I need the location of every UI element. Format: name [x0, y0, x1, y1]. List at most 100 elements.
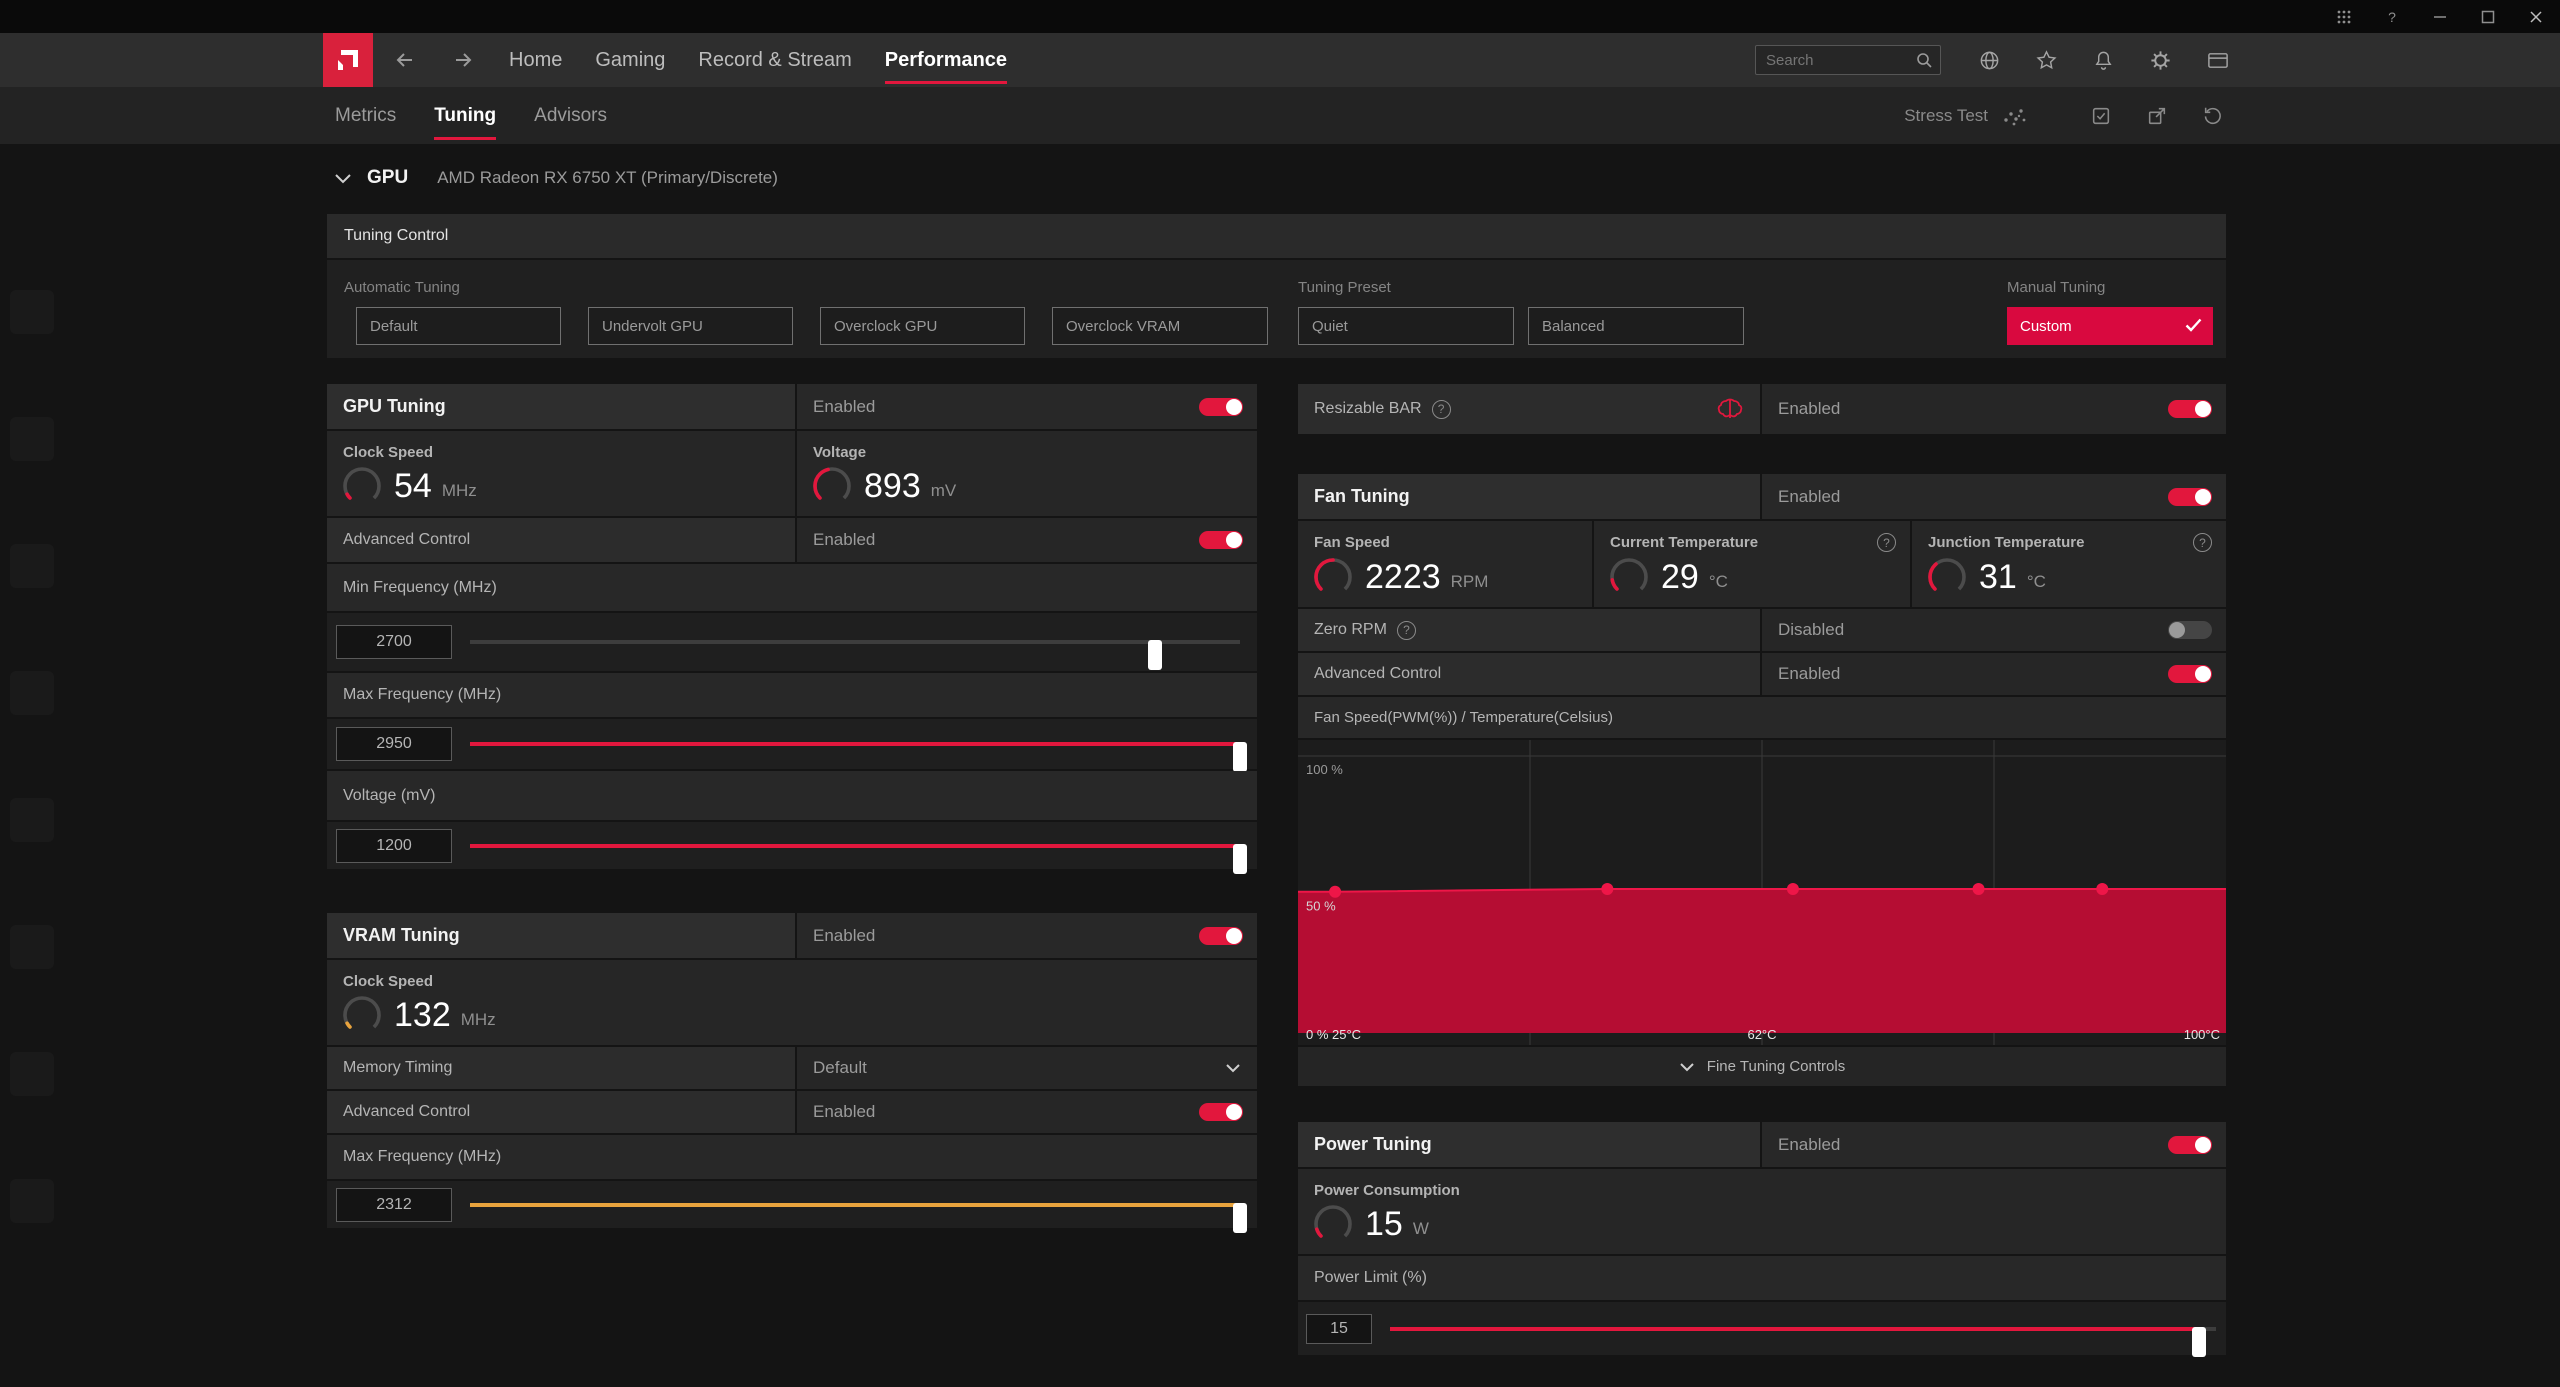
chevron-down-icon[interactable] — [334, 173, 352, 184]
slider-track[interactable] — [470, 742, 1240, 746]
svg-text:50 %: 50 % — [1306, 899, 1336, 914]
power-tuning-toggle[interactable] — [2168, 1136, 2212, 1154]
advanced-control-label: Advanced Control — [343, 531, 470, 549]
fan-chart-title-row: Fan Speed(PWM(%)) / Temperature(Celsius) — [1298, 697, 2226, 738]
globe-icon[interactable] — [1978, 49, 2001, 72]
tab-metrics[interactable]: Metrics — [335, 87, 396, 144]
default-button[interactable]: Default — [356, 307, 561, 345]
voltage-input[interactable] — [336, 829, 452, 863]
automatic-tuning-buttons: Default Undervolt GPU Overclock GPU Over… — [356, 307, 1268, 345]
minimize-icon[interactable] — [2431, 8, 2449, 26]
slider-track[interactable] — [1390, 1327, 2216, 1331]
vram-tuning-title: VRAM Tuning — [343, 925, 460, 946]
min-frequency-slider[interactable] — [470, 627, 1240, 657]
maximize-icon[interactable] — [2479, 8, 2497, 26]
tab-home[interactable]: Home — [509, 33, 562, 87]
junction-temperature-label: Junction Temperature — [1928, 534, 2084, 551]
chevron-down-icon[interactable] — [1225, 1063, 1241, 1073]
stress-test-icon[interactable] — [2002, 105, 2028, 127]
help-icon[interactable] — [2193, 533, 2212, 552]
tab-performance[interactable]: Performance — [885, 33, 1007, 87]
clock-speed-value: 54 — [394, 467, 432, 506]
min-frequency-input[interactable] — [336, 625, 452, 659]
zero-rpm-toggle[interactable] — [2168, 621, 2212, 639]
checklist-icon[interactable] — [2090, 105, 2112, 127]
gpu-tuning-panel: GPU Tuning Enabled Clock Speed 54 MHz Vo… — [327, 384, 1257, 871]
vram-advanced-control-toggle[interactable] — [1199, 1103, 1243, 1121]
vram-max-frequency-slider[interactable] — [470, 1190, 1240, 1220]
vram-max-frequency-input[interactable] — [336, 1188, 452, 1222]
svg-text:100°C: 100°C — [2184, 1027, 2220, 1042]
voltage-slider-row — [327, 822, 1257, 869]
slider-track[interactable] — [470, 640, 1240, 644]
voltage-gauge-icon — [810, 464, 854, 508]
fan-curve-chart[interactable]: 100 %50 %0 % 25°C62°C100°C — [1298, 740, 2226, 1045]
apps-grid-icon[interactable] — [2335, 8, 2353, 26]
slider-handle[interactable] — [1148, 640, 1162, 670]
check-icon — [2185, 318, 2202, 332]
vram-clock-unit: MHz — [461, 1010, 496, 1030]
toggle-knob — [1226, 1104, 1242, 1120]
memory-timing-dropdown[interactable]: Default — [797, 1047, 1257, 1089]
resizable-bar-row: Resizable BAR Enabled — [1298, 384, 2226, 434]
overclock-vram-button[interactable]: Overclock VRAM — [1052, 307, 1268, 345]
chevron-down-icon — [1679, 1062, 1695, 1072]
vram-tuning-toggle[interactable] — [1199, 927, 1243, 945]
share-icon[interactable] — [2146, 105, 2168, 127]
resizable-bar-state: Enabled — [1778, 399, 1840, 419]
amd-logo[interactable] — [323, 33, 373, 87]
fan-advanced-control-toggle[interactable] — [2168, 665, 2212, 683]
power-limit-input[interactable] — [1306, 1314, 1372, 1344]
quiet-button[interactable]: Quiet — [1298, 307, 1514, 345]
gpu-advanced-control-toggle[interactable] — [1199, 531, 1243, 549]
card-icon[interactable] — [2206, 49, 2230, 72]
advanced-control-state: Enabled — [813, 1102, 875, 1122]
gpu-tuning-header-row: GPU Tuning Enabled — [327, 384, 1257, 429]
resizable-bar-toggle[interactable] — [2168, 400, 2212, 418]
tab-record-stream[interactable]: Record & Stream — [698, 33, 851, 87]
fine-tuning-controls-row[interactable]: Fine Tuning Controls — [1298, 1047, 2226, 1086]
tab-advisors[interactable]: Advisors — [534, 87, 607, 144]
forward-arrow-icon[interactable] — [451, 48, 475, 72]
tab-tuning[interactable]: Tuning — [434, 87, 496, 144]
power-limit-slider[interactable] — [1390, 1314, 2216, 1344]
fan-tuning-title: Fan Tuning — [1314, 486, 1410, 507]
vram-tuning-header-row: VRAM Tuning Enabled — [327, 913, 1257, 958]
voltage-value: 893 — [864, 467, 921, 506]
overclock-gpu-button[interactable]: Overclock GPU — [820, 307, 1025, 345]
search-icon[interactable] — [1915, 51, 1933, 69]
star-icon[interactable] — [2035, 49, 2058, 72]
slider-fill — [470, 844, 1240, 848]
help-icon[interactable] — [2383, 8, 2401, 26]
slider-track[interactable] — [470, 844, 1240, 848]
gear-icon[interactable] — [2149, 49, 2172, 72]
help-icon[interactable] — [1877, 533, 1896, 552]
slider-handle[interactable] — [1233, 844, 1247, 874]
max-frequency-input[interactable] — [336, 727, 452, 761]
slider-handle[interactable] — [2192, 1327, 2206, 1357]
search-input[interactable] — [1756, 46, 1940, 74]
vram-max-frequency-slider-row — [327, 1181, 1257, 1228]
slider-track[interactable] — [470, 1203, 1240, 1207]
junction-temperature-unit: °C — [2027, 572, 2046, 592]
bell-icon[interactable] — [2092, 49, 2115, 72]
balanced-button[interactable]: Balanced — [1528, 307, 1744, 345]
voltage-slider[interactable] — [470, 831, 1240, 861]
custom-button[interactable]: Custom — [2007, 307, 2213, 345]
fan-tuning-toggle[interactable] — [2168, 488, 2212, 506]
back-arrow-icon[interactable] — [393, 48, 417, 72]
max-frequency-slider[interactable] — [470, 729, 1240, 759]
voltage-label-row: Voltage (mV) — [327, 771, 1257, 820]
power-tuning-state: Enabled — [1778, 1135, 1840, 1155]
slider-handle[interactable] — [1233, 742, 1247, 772]
gpu-tuning-toggle[interactable] — [1199, 398, 1243, 416]
close-icon[interactable] — [2527, 8, 2545, 26]
tab-gaming[interactable]: Gaming — [595, 33, 665, 87]
help-icon[interactable] — [1432, 400, 1451, 419]
help-icon[interactable] — [1397, 621, 1416, 640]
manual-tuning-label: Manual Tuning — [2007, 279, 2105, 296]
reset-icon[interactable] — [2202, 105, 2224, 127]
slider-handle[interactable] — [1233, 1203, 1247, 1233]
fan-speed-gauge-icon — [1311, 555, 1355, 599]
undervolt-gpu-button[interactable]: Undervolt GPU — [588, 307, 793, 345]
